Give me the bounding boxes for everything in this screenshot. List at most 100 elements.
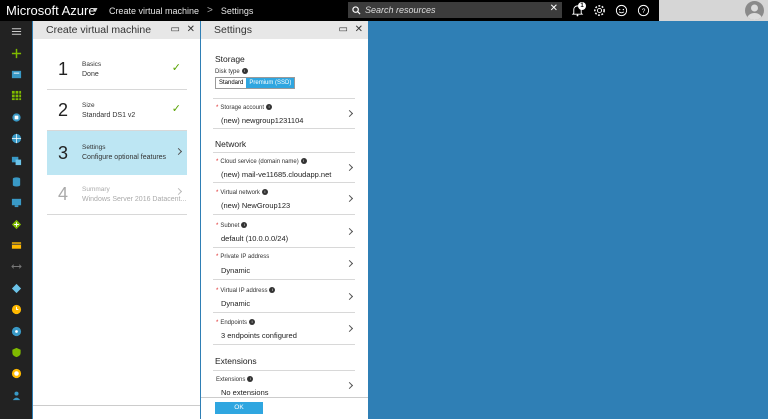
private-ip-field[interactable]: * Private IP address Dynamic: [213, 249, 355, 280]
step-title: Settings: [82, 144, 106, 151]
feedback-button[interactable]: [610, 0, 632, 21]
card-icon: [11, 242, 21, 249]
disk-option-premium[interactable]: Premium (SSD): [246, 78, 295, 88]
storage-account-field[interactable]: * Storage account i (new) newgroup1231104: [213, 98, 355, 129]
sidebar-item-connections[interactable]: [0, 256, 32, 277]
step-subtitle: Done: [82, 70, 99, 78]
info-icon[interactable]: i: [261, 189, 268, 195]
field-label: Storage account: [220, 105, 265, 111]
close-icon[interactable]: ✕: [355, 24, 363, 36]
info-icon[interactable]: i: [269, 287, 276, 293]
search-icon: [352, 5, 361, 15]
sidebar-item-subscriptions[interactable]: [0, 235, 32, 256]
checkmark-icon: ✓: [171, 62, 181, 74]
diamond-plus-icon: [11, 219, 21, 229]
sidebar-item-resource-groups[interactable]: [0, 107, 32, 128]
endpoints-field[interactable]: * Endpoints i 3 endpoints configured: [213, 314, 355, 345]
field-value: (new) NewGroup123: [221, 201, 291, 210]
chevron-right-icon: [345, 109, 354, 118]
settings-button[interactable]: [588, 0, 610, 21]
field-label: Subnet: [220, 223, 240, 229]
field-label: Extensions: [216, 377, 246, 383]
blade-header: Settings ▭ ✕: [201, 21, 368, 39]
chevron-right-icon: [345, 381, 354, 390]
maximize-icon[interactable]: ▭: [171, 24, 180, 36]
step-size[interactable]: 2 Size Standard DS1 v2 ✓: [47, 91, 187, 131]
search-box[interactable]: ✕: [348, 2, 562, 18]
maximize-icon[interactable]: ▭: [339, 24, 348, 36]
cloud-service-field[interactable]: * Cloud service (domain name) i (new) mail…: [213, 152, 355, 183]
avatar[interactable]: [745, 1, 764, 20]
sidebar-item-virtual-machines[interactable]: [0, 149, 32, 170]
step-number: 4: [58, 184, 69, 204]
section-heading-storage: Storage: [215, 54, 245, 64]
globe-icon: [11, 134, 21, 144]
chevron-right-icon: [345, 163, 354, 172]
chevron-right-icon: >: [206, 5, 213, 16]
smiley-icon: [615, 4, 627, 17]
virtual-ip-field[interactable]: * Virtual IP address i Dynamic: [213, 282, 355, 313]
step-settings[interactable]: 3 Settings Configure optional features: [47, 131, 187, 175]
disk-option-standard[interactable]: Standard: [216, 78, 246, 88]
ok-button[interactable]: OK: [215, 402, 263, 414]
sidebar-item-advisor[interactable]: [0, 299, 32, 320]
chevron-right-icon: [345, 227, 354, 236]
person-icon: [12, 391, 20, 400]
chevron-right-icon: [345, 292, 354, 301]
breadcrumb-settings[interactable]: Settings: [221, 6, 254, 16]
sidebar-item-key-vault[interactable]: [0, 342, 32, 363]
blade-header: Create virtual machine ▭ ✕: [33, 21, 200, 39]
new-resource-button[interactable]: [0, 42, 32, 63]
step-summary: 4 Summary Windows Server 2016 Datacent..…: [47, 175, 187, 215]
field-value: No extensions: [221, 388, 269, 397]
info-icon[interactable]: i: [266, 104, 273, 110]
field-value: Dynamic: [221, 299, 251, 308]
search-input[interactable]: [365, 5, 545, 15]
monitor-icon: [11, 199, 21, 208]
user-account-area[interactable]: [659, 0, 768, 21]
left-sidebar: [0, 21, 32, 419]
info-icon[interactable]: i: [300, 158, 307, 164]
settings-blade: Settings ▭ ✕ Storage Disk type i Standard…: [201, 21, 368, 419]
cube-icon: [11, 113, 21, 122]
sidebar-item-app-services[interactable]: [0, 128, 32, 149]
chevron-right-icon: [345, 324, 354, 333]
field-label: Virtual network: [220, 190, 260, 196]
sidebar-item-cloud-services[interactable]: [0, 192, 32, 213]
step-subtitle: Windows Server 2016 Datacent...: [82, 195, 187, 203]
close-icon[interactable]: ✕: [187, 24, 195, 36]
sidebar-item-sql-databases[interactable]: [0, 171, 32, 192]
notification-badge: 1: [578, 2, 586, 10]
blade-footer: [33, 405, 200, 419]
subnet-field[interactable]: * Subnet i default (10.0.0.0/24): [213, 217, 355, 248]
info-icon[interactable]: i: [249, 319, 256, 325]
sidebar-item-monitor[interactable]: [0, 278, 32, 299]
field-value: Dynamic: [221, 266, 251, 275]
step-title: Basics: [82, 60, 102, 68]
disk-type-label: Disk type i: [215, 68, 248, 75]
info-icon[interactable]: i: [241, 222, 248, 228]
sidebar-item-cost-management[interactable]: [0, 363, 32, 384]
coin-icon: [11, 369, 21, 379]
notifications-button[interactable]: 1: [566, 0, 588, 21]
vm-icon: [11, 156, 21, 165]
chevron-right-icon: [174, 147, 183, 156]
gear-icon: [593, 5, 605, 16]
breadcrumb-create-vm[interactable]: Create virtual machine: [109, 6, 199, 16]
field-value: default (10.0.0.0/24): [221, 234, 289, 243]
sidebar-item-network-security[interactable]: [0, 320, 32, 341]
sidebar-item-security-center[interactable]: [0, 214, 32, 235]
sidebar-item-help[interactable]: [0, 385, 32, 406]
sidebar-item-dashboard[interactable]: [0, 64, 32, 85]
help-button[interactable]: ?: [632, 0, 654, 21]
sidebar-item-all-resources[interactable]: [0, 85, 32, 106]
brand-logo[interactable]: Microsoft Azure: [0, 3, 100, 18]
virtual-network-field[interactable]: * Virtual network i (new) NewGroup123: [213, 184, 355, 215]
step-basics[interactable]: 1 Basics Done ✓: [47, 50, 187, 90]
close-icon[interactable]: ✕: [550, 3, 558, 14]
create-vm-blade: Create virtual machine ▭ ✕ 1 Basics Done…: [33, 21, 200, 419]
info-icon[interactable]: i: [247, 376, 254, 382]
info-icon[interactable]: i: [241, 68, 248, 74]
blade-title: Settings: [214, 24, 252, 36]
hamburger-menu[interactable]: [0, 21, 32, 42]
